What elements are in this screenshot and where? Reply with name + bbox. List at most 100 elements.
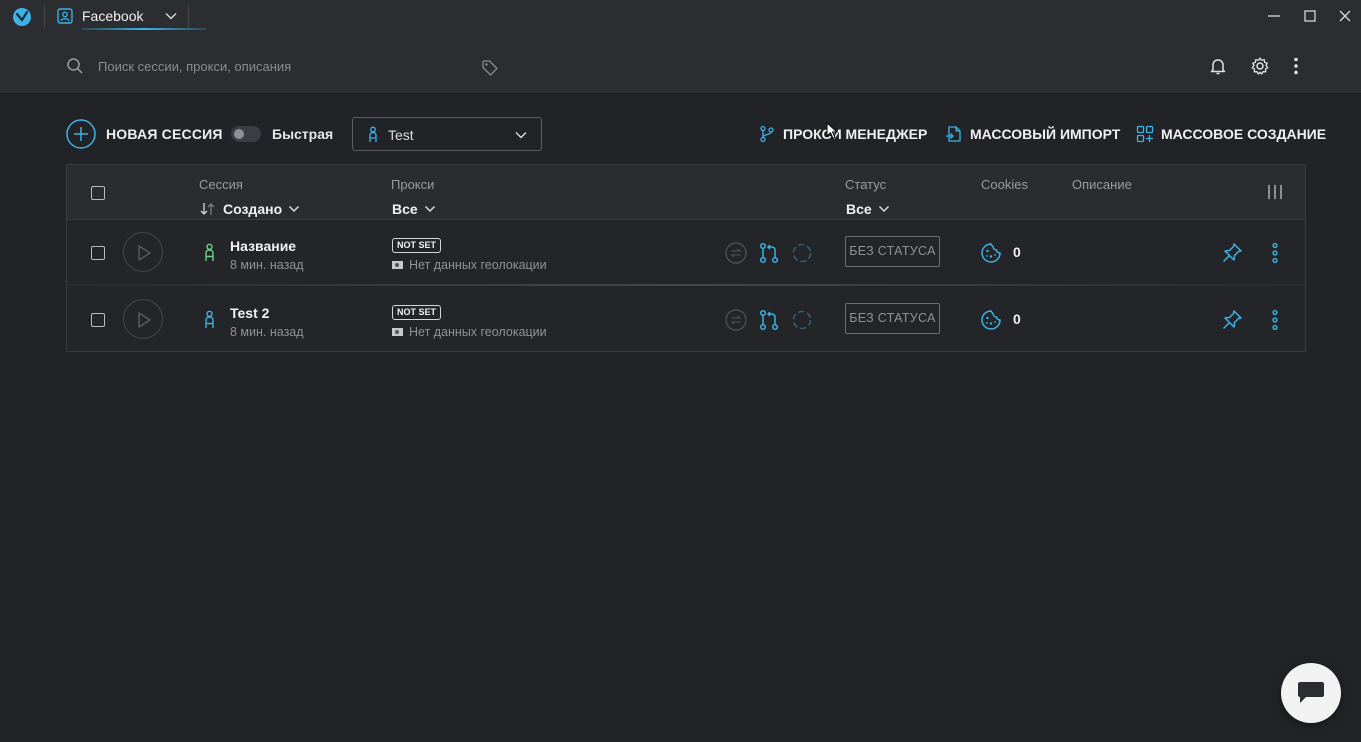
columns-settings-icon[interactable] [1266,183,1284,201]
refresh-icon[interactable] [791,242,813,264]
chevron-down-icon [424,206,435,212]
search-input[interactable] [98,58,468,74]
proxy-manager-button[interactable]: ПРОКСИ МЕНЕДЖЕР [758,125,927,143]
column-session: Сессия [199,177,243,192]
app-logo-icon [13,8,31,26]
geo-info: Нет данных геолокации [392,258,547,272]
pin-icon[interactable] [1221,309,1243,331]
mass-create-button[interactable]: МАССОВОЕ СОЗДАНИЕ [1136,125,1326,143]
table-row[interactable]: Название 8 мин. назад NOT SET Нет данных… [67,220,1305,286]
start-session-button[interactable] [123,232,163,272]
swap-proxy-icon[interactable] [725,242,747,264]
session-name[interactable]: Название [230,238,296,254]
status-filter[interactable]: Все [846,201,890,217]
proxy-filter[interactable]: Все [392,201,436,217]
mouse-cursor-icon [826,122,838,140]
cookie-icon[interactable] [980,242,1002,264]
row-checkbox[interactable] [91,313,105,327]
refresh-icon[interactable] [791,309,813,331]
proxy-manager-icon [760,125,774,143]
minimize-icon[interactable] [1266,8,1282,24]
cookie-count: 0 [1013,311,1021,327]
gear-icon[interactable] [1250,56,1270,76]
proxy-manager-label: ПРОКСИ МЕНЕДЖЕР [783,126,928,142]
person-icon [205,310,214,328]
profile-icon [57,8,73,24]
session-sort-label: Создано [223,201,283,217]
row-checkbox[interactable] [91,246,105,260]
folder-select[interactable]: Test [352,117,542,151]
column-cookies: Cookies [981,177,1028,192]
pin-icon[interactable] [1221,242,1243,264]
git-compare-icon[interactable] [758,242,780,264]
play-icon [138,312,151,328]
column-status: Статус [845,177,887,192]
chevron-down-icon [878,206,889,212]
new-session-button[interactable]: НОВАЯ СЕССИЯ [66,119,223,149]
swap-proxy-icon[interactable] [725,309,747,331]
proxy-badge[interactable]: NOT SET [392,238,442,253]
geo-flag-icon [392,261,403,269]
new-session-label: НОВАЯ СЕССИЯ [106,126,223,142]
mass-import-button[interactable]: МАССОВЫЙ ИМПОРТ [945,125,1120,143]
status-filter-label: Все [846,201,872,217]
cookie-icon[interactable] [980,309,1002,331]
support-chat-button[interactable] [1281,663,1341,723]
play-icon [138,245,151,261]
geo-text: Нет данных геолокации [409,325,547,339]
person-icon [369,126,377,142]
quick-label: Быстрая [272,126,334,142]
session-sort[interactable]: Создано [199,201,300,217]
title-separator-2 [188,6,189,28]
session-created: 8 мин. назад [230,258,304,272]
row-menu-icon[interactable] [1265,309,1285,331]
title-bar: Facebook [0,0,1361,34]
session-toolbar: НОВАЯ СЕССИЯ Быстрая Test ПРОКСИ МЕНЕДЖЕ… [0,94,1361,164]
quick-toggle[interactable] [231,126,261,142]
status-badge[interactable]: БЕЗ СТАТУСА [845,303,940,334]
tag-icon[interactable] [481,59,499,77]
table-row[interactable]: Test 2 8 мин. назад NOT SET Нет данных г… [67,287,1305,353]
profile-tab-underline [82,28,206,30]
column-description: Описание [1072,177,1132,192]
cookie-count: 0 [1013,244,1021,260]
person-icon [205,243,214,261]
geo-info: Нет данных геолокации [392,325,547,339]
chat-bubble-icon [1298,682,1324,703]
mass-import-label: МАССОВЫЙ ИМПОРТ [970,126,1121,142]
toggle-knob [234,129,244,139]
sort-icon [200,203,215,215]
start-session-button[interactable] [123,299,163,339]
geo-flag-icon [392,328,403,336]
git-compare-icon[interactable] [758,309,780,331]
proxy-badge[interactable]: NOT SET [392,305,442,320]
mass-create-label: МАССОВОЕ СОЗДАНИЕ [1161,126,1327,142]
plus-circle-icon [66,119,96,149]
status-badge[interactable]: БЕЗ СТАТУСА [845,236,940,267]
bell-icon[interactable] [1208,56,1228,76]
select-all-checkbox[interactable] [91,186,105,200]
grid-plus-icon [1136,125,1154,143]
search-bar [0,34,1361,94]
table-header: Сессия Создано Прокси Все Статус Все Coo… [67,165,1305,220]
folder-select-value: Test [388,127,414,143]
kebab-menu-icon[interactable] [1286,56,1306,76]
title-separator [44,6,45,28]
chevron-down-icon [289,206,300,212]
profile-dropdown-chevron-icon[interactable] [164,9,178,23]
import-file-icon [946,126,961,142]
column-proxy: Прокси [391,177,435,192]
row-divider [67,284,1305,286]
session-created: 8 мин. назад [230,325,304,339]
session-name[interactable]: Test 2 [230,305,269,321]
maximize-icon[interactable] [1302,8,1318,24]
search-icon [67,58,83,74]
profile-tab[interactable]: Facebook [56,0,206,32]
chevron-down-icon [515,131,527,139]
sessions-table: Сессия Создано Прокси Все Статус Все Coo… [66,164,1306,352]
geo-text: Нет данных геолокации [409,258,547,272]
close-icon[interactable] [1337,8,1353,24]
row-menu-icon[interactable] [1265,242,1285,264]
proxy-filter-label: Все [392,201,418,217]
profile-name: Facebook [82,8,144,24]
